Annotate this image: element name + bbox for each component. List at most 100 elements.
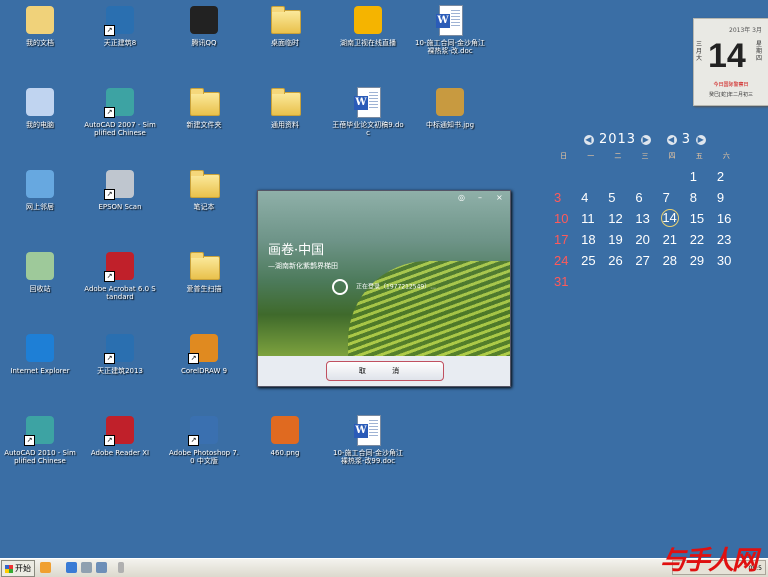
cancel-button[interactable]: 取 消: [326, 361, 444, 381]
quicklaunch-desktop-icon[interactable]: [81, 562, 92, 573]
day-cell[interactable]: 13: [631, 209, 658, 227]
photoshop-icon: ↗: [188, 414, 220, 446]
desktop-icon[interactable]: 我的电脑: [0, 86, 80, 129]
day-cell[interactable]: 12: [604, 209, 631, 227]
desktop-icon[interactable]: W 王蓓毕业论文初稿9.doc: [328, 86, 408, 137]
day-cell[interactable]: 26: [604, 251, 631, 269]
desktop-icon[interactable]: ↗ Adobe Acrobat 6.0 Standard: [80, 250, 160, 301]
desktop-icon[interactable]: ↗ 天正建筑2013: [80, 332, 160, 375]
recycle-bin-icon: [24, 250, 56, 282]
day-cell[interactable]: 5: [604, 188, 631, 206]
quicklaunch-more-icon[interactable]: [118, 562, 124, 573]
desktop-icon-label: Adobe Photoshop 7.0 中文版: [168, 449, 240, 465]
prev-year-icon[interactable]: ◀: [583, 134, 594, 145]
day-cell[interactable]: 21: [659, 230, 686, 248]
help-icon[interactable]: ◎: [458, 193, 465, 202]
coreldraw-balloon-icon: ↗: [188, 332, 220, 364]
quicklaunch-ie-icon[interactable]: [66, 562, 77, 573]
scanner-icon: ↗: [104, 168, 136, 200]
weekday-label: 日: [560, 152, 568, 160]
desktop-icon[interactable]: 湖南卫视在线直播: [328, 4, 408, 47]
day-cell[interactable]: 10: [550, 209, 577, 227]
day-cell[interactable]: 25: [577, 251, 604, 269]
word-doc-icon: W: [352, 86, 384, 118]
day-cell[interactable]: 6: [631, 188, 658, 206]
desktop-icon[interactable]: 460.png: [245, 414, 325, 457]
desktop-icon[interactable]: ↗ AutoCAD 2010 - Simplified Chinese: [0, 414, 80, 465]
day-cell[interactable]: 19: [604, 230, 631, 248]
day-cell[interactable]: 1: [686, 167, 713, 185]
next-month-icon[interactable]: ▶: [696, 134, 707, 145]
day-cell[interactable]: 16: [713, 209, 740, 227]
desktop-icon[interactable]: W 10-施工合同-金沙角江裸热浆-改.doc: [410, 4, 490, 55]
month-calendar: ◀ 2013 ▶ ◀ 3 ▶ 日一二三四五六 1 2 3 4 5 6 7 8 9 10 11 12 13…: [550, 132, 740, 290]
close-icon[interactable]: ×: [496, 193, 503, 202]
day-number: 1: [689, 169, 697, 184]
desktop-icon[interactable]: 回收站: [0, 250, 80, 293]
folder-icon: [269, 4, 301, 36]
day-number: 31: [554, 274, 569, 289]
desktop-icon-label: Adobe Acrobat 6.0 Standard: [84, 285, 156, 301]
minimize-icon[interactable]: –: [478, 193, 482, 202]
desktop-icon[interactable]: ↗ AutoCAD 2007 - Simplified Chinese: [80, 86, 160, 137]
day-cell[interactable]: 2: [713, 167, 740, 185]
quicklaunch-folder-icon[interactable]: [96, 562, 107, 573]
day-cell[interactable]: 29: [686, 251, 713, 269]
banner-title: 画卷·中国: [268, 243, 325, 258]
day-cell[interactable]: 23: [713, 230, 740, 248]
dialog-banner-image: ◎ – × 画卷·中国 —湖南新化紫鹊界梯田 正在登录（1977212549）.…: [258, 191, 510, 356]
day-cell[interactable]: 22: [686, 230, 713, 248]
prev-month-icon[interactable]: ◀: [666, 134, 677, 145]
desktop-icon-label: 我的电脑: [26, 121, 54, 129]
day-cell[interactable]: 28: [659, 251, 686, 269]
desktop-icon[interactable]: Internet Explorer: [0, 332, 80, 375]
day-number: 7: [662, 190, 670, 205]
desktop-icon[interactable]: 网上邻居: [0, 168, 80, 211]
day-cell[interactable]: 17: [550, 230, 577, 248]
desktop-icon[interactable]: 中标通知书.jpg: [410, 86, 490, 129]
windows-flag-icon: [5, 564, 13, 573]
day-cell[interactable]: 27: [631, 251, 658, 269]
day-cell[interactable]: 18: [577, 230, 604, 248]
desktop-icon[interactable]: 通用资料: [245, 86, 325, 129]
day-cell[interactable]: 9: [713, 188, 740, 206]
day-cell[interactable]: 8: [686, 188, 713, 206]
desktop-icon[interactable]: 腾讯QQ: [164, 4, 244, 47]
day-cell[interactable]: 14: [659, 209, 686, 227]
day-cell[interactable]: 7: [659, 188, 686, 206]
day-cell[interactable]: 30: [713, 251, 740, 269]
day-cell[interactable]: 4: [577, 188, 604, 206]
desktop-icon[interactable]: 新建文件夹: [164, 86, 244, 129]
day-cell[interactable]: 24: [550, 251, 577, 269]
weekday-label: 一: [587, 152, 595, 160]
desktop-icon[interactable]: 笔记本: [164, 168, 244, 211]
desktop-icon[interactable]: ↗ Adobe Photoshop 7.0 中文版: [164, 414, 244, 465]
desktop-icon[interactable]: 我的文档: [0, 4, 80, 47]
empty-day-cell: [550, 167, 577, 185]
start-button[interactable]: 开始: [1, 560, 35, 577]
my-documents-icon: [24, 4, 56, 36]
day-cell[interactable]: 15: [686, 209, 713, 227]
jpg-file-icon: [434, 86, 466, 118]
desktop-icon[interactable]: ↗ Adobe Reader XI: [80, 414, 160, 457]
day-cell[interactable]: 20: [631, 230, 658, 248]
desktop-icon[interactable]: ↗ EPSON Scan: [80, 168, 160, 211]
desktop-icon-label: 爱普生扫描: [186, 285, 222, 293]
day-number: 2: [716, 169, 725, 184]
folder-icon: [188, 168, 220, 200]
day-cell[interactable]: 3: [550, 188, 577, 206]
day-number: 22: [689, 232, 705, 247]
desk-calendar-widget[interactable]: 2013年 3月 三月大 14 星期四 今日国际警察日 癸巳[蛇]年二月初三: [693, 18, 768, 106]
desktop-icon[interactable]: 爱普生扫描: [164, 250, 244, 293]
desktop-icon-label: CorelDRAW 9: [180, 367, 228, 375]
day-cell[interactable]: 11: [577, 209, 604, 227]
desktop-icon[interactable]: 桌面临时: [245, 4, 325, 47]
next-year-icon[interactable]: ▶: [641, 134, 652, 145]
desktop-icon[interactable]: ↗ CorelDRAW 9: [164, 332, 244, 375]
month-calendar-year: 2013: [598, 132, 637, 147]
quicklaunch-app-icon[interactable]: [40, 562, 51, 573]
empty-day-cell: [577, 167, 604, 185]
desktop-icon[interactable]: W 10-施工合同-金沙角江裸热浆-改99.doc: [328, 414, 408, 465]
day-cell[interactable]: 31: [550, 272, 577, 290]
desktop-icon[interactable]: ↗ 天正建筑8: [80, 4, 160, 47]
